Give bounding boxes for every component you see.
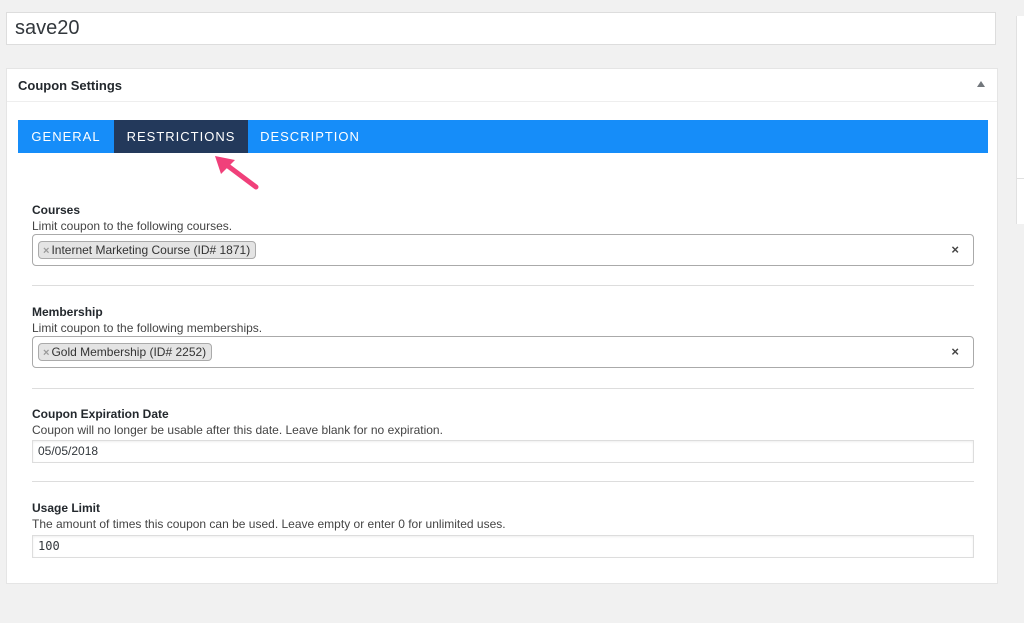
postbox-title: Coupon Settings	[18, 78, 122, 93]
remove-chip-icon[interactable]: ×	[43, 347, 49, 359]
coupon-settings-box: Coupon Settings GENERAL RESTRICTIONS DES…	[6, 68, 998, 584]
remove-chip-icon[interactable]: ×	[43, 245, 49, 257]
usage-limit-description: The amount of times this coupon can be u…	[32, 517, 506, 531]
postbox-header[interactable]: Coupon Settings	[7, 69, 997, 102]
expiration-date-input[interactable]: 05/05/2018	[32, 440, 974, 463]
usage-limit-field: Usage Limit The amount of times this cou…	[32, 501, 974, 532]
coupon-title-input[interactable]: save20	[6, 12, 996, 45]
course-chip: × Internet Marketing Course (ID# 1871)	[38, 241, 257, 259]
settings-tabs: GENERAL RESTRICTIONS DESCRIPTION	[18, 120, 988, 153]
membership-chip-label: Gold Membership (ID# 2252)	[51, 345, 207, 359]
usage-limit-input[interactable]: 100	[32, 535, 974, 558]
expiration-label: Coupon Expiration Date	[32, 407, 169, 421]
clear-selection-icon[interactable]: ×	[951, 344, 959, 359]
sidebar-panel-edge	[1016, 16, 1024, 224]
membership-description: Limit coupon to the following membership…	[32, 321, 263, 335]
courses-label: Courses	[32, 203, 81, 217]
membership-field: Membership Limit coupon to the following…	[32, 305, 974, 336]
triangle-up-icon[interactable]	[977, 81, 985, 87]
tab-general[interactable]: GENERAL	[18, 120, 114, 153]
membership-chip: × Gold Membership (ID# 2252)	[38, 343, 213, 361]
membership-label: Membership	[32, 305, 103, 319]
arrow-annotation-icon	[215, 156, 259, 190]
courses-description: Limit coupon to the following courses.	[32, 219, 233, 233]
tab-restrictions[interactable]: RESTRICTIONS	[114, 120, 248, 153]
field-divider	[32, 481, 974, 482]
clear-selection-icon[interactable]: ×	[951, 242, 959, 257]
tab-description[interactable]: DESCRIPTION	[248, 120, 372, 153]
membership-select[interactable]: × Gold Membership (ID# 2252) ×	[32, 336, 974, 368]
expiration-description: Coupon will no longer be usable after th…	[32, 423, 443, 437]
sidebar-divider	[1017, 178, 1024, 179]
courses-select[interactable]: × Internet Marketing Course (ID# 1871) ×	[32, 234, 974, 266]
expiration-field: Coupon Expiration Date Coupon will no lo…	[32, 407, 974, 438]
courses-field: Courses Limit coupon to the following co…	[32, 203, 974, 234]
field-divider	[32, 285, 974, 286]
course-chip-label: Internet Marketing Course (ID# 1871)	[51, 243, 251, 257]
field-divider	[32, 388, 974, 389]
usage-limit-label: Usage Limit	[32, 501, 101, 515]
